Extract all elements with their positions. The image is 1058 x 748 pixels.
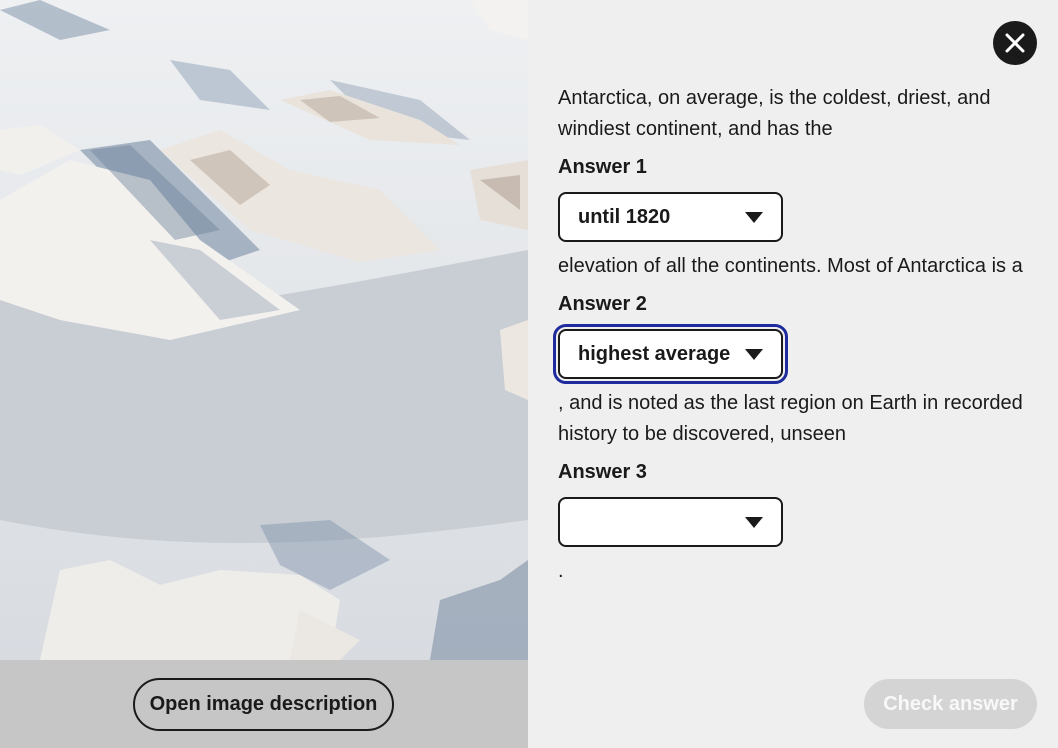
answer-1-dropdown[interactable]: until 1820: [558, 192, 783, 242]
question-content: Antarctica, on average, is the coldest, …: [553, 83, 1028, 587]
question-panel: Antarctica, on average, is the coldest, …: [528, 0, 1058, 748]
answer-2-dropdown[interactable]: highest average: [553, 324, 788, 384]
answer-3-dropdown[interactable]: [558, 497, 783, 547]
antarctica-photo: [0, 0, 528, 660]
answer-2-value: highest average: [578, 342, 731, 365]
answer-2-label: Answer 2: [558, 293, 647, 315]
chevron-down-icon: [745, 212, 763, 223]
answer-1-value: until 1820: [578, 205, 671, 228]
close-button[interactable]: [993, 21, 1037, 65]
close-icon: [1005, 33, 1025, 53]
question-text-4: .: [558, 560, 564, 582]
image-panel: Open image description: [0, 0, 528, 748]
question-text-2: elevation of all the continents. Most of…: [558, 255, 1023, 277]
answer-3-label: Answer 3: [558, 461, 647, 483]
answer-1-label: Answer 1: [558, 156, 647, 178]
open-image-description-button[interactable]: Open image description: [133, 678, 394, 731]
check-answer-button[interactable]: Check answer: [864, 679, 1037, 729]
chevron-down-icon: [745, 349, 763, 360]
chevron-down-icon: [745, 517, 763, 528]
question-text-3: , and is noted as the last region on Ear…: [558, 392, 1023, 445]
question-text-1: Antarctica, on average, is the coldest, …: [558, 87, 991, 140]
